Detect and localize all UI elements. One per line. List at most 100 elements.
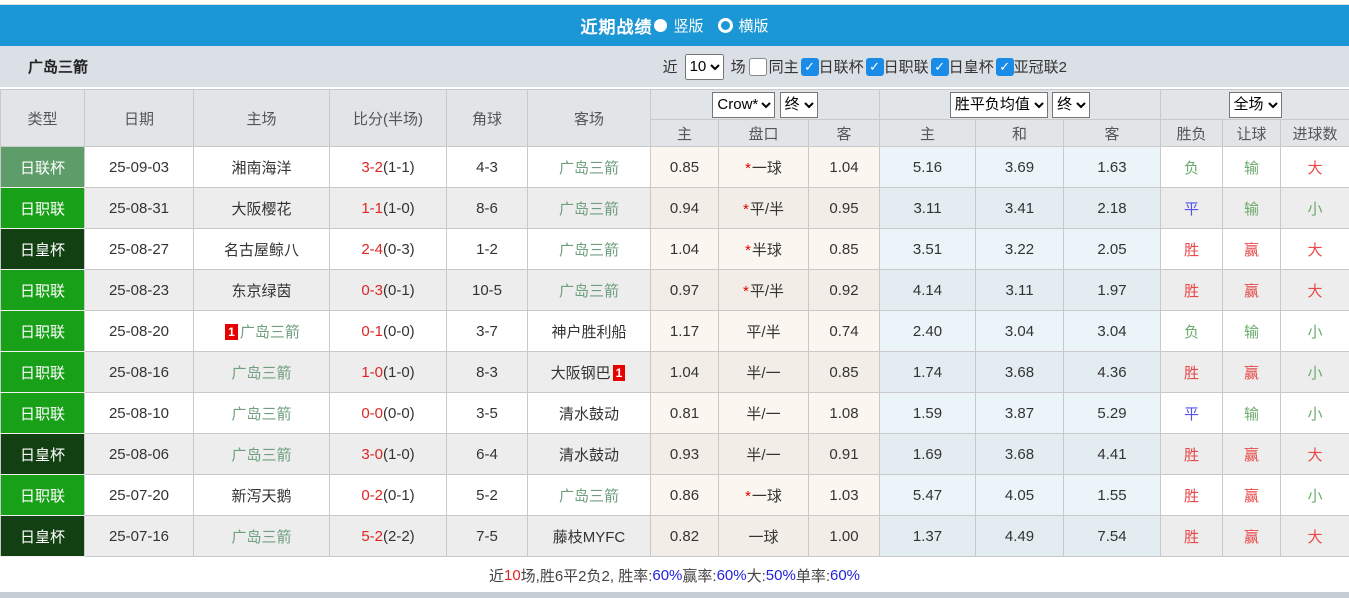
cell-avg-2: 2.05 <box>1062 228 1162 270</box>
cell-corners: 8-3 <box>446 351 528 393</box>
cell-home-team: 大阪樱花 <box>193 187 330 229</box>
cell-score: 3-2(1-1) <box>329 146 447 188</box>
line-text: 平/半 <box>749 282 784 300</box>
col-header-corners: 角球 <box>446 89 528 147</box>
cell-handicap: 输 <box>1222 310 1282 352</box>
halftime-score: (1-1) <box>383 158 415 176</box>
red-card-badge: 1 <box>225 323 238 340</box>
cell-avg-2: 3.04 <box>1062 310 1162 352</box>
horizontal-layout-radio[interactable] <box>717 18 733 33</box>
cell-home-team: 1 广岛三箭 <box>193 310 330 352</box>
checkbox-3[interactable]: ✓ <box>930 57 949 76</box>
cell-odds-away: 1.08 <box>808 392 880 434</box>
home-team-name: 湘南海洋 <box>231 159 292 177</box>
checkbox-label-3[interactable]: 日皇杯 <box>949 56 994 77</box>
cell-handicap: 输 <box>1222 187 1282 229</box>
cell-avg-2: 7.54 <box>1062 515 1162 557</box>
sub-header-odds-home: 主 <box>650 119 719 147</box>
games-count-select[interactable]: 10 <box>684 53 724 80</box>
col-header-score: 比分(半场) <box>329 89 447 147</box>
cell-handicap: 赢 <box>1222 433 1282 475</box>
cell-score: 1-0(1-0) <box>329 351 447 393</box>
cell-avg-1: 4.49 <box>975 515 1064 557</box>
vertical-layout-label[interactable]: 竖版 <box>673 15 703 36</box>
checkbox-label-4[interactable]: 亚冠联2 <box>1014 56 1067 77</box>
cell-score: 0-0(0-0) <box>329 392 447 434</box>
cell-match-type: 日皇杯 <box>0 228 85 270</box>
cell-avg-1: 4.05 <box>975 474 1064 516</box>
cell-goals: 大 <box>1280 433 1349 475</box>
cell-match-type: 日皇杯 <box>0 433 85 475</box>
filters-group: 近 10 场 同主 ✓ 日联杯 ✓ 日职联 ✓ 日皇杯 ✓ 亚冠联2 <box>663 46 1069 87</box>
odds-company-select[interactable]: Crow* <box>712 91 776 118</box>
cell-avg-2: 4.36 <box>1062 351 1162 393</box>
cell-match-type: 日职联 <box>0 310 85 352</box>
cell-away-team: 广岛三箭 <box>527 187 651 229</box>
average-time-select[interactable]: 终 <box>1052 91 1091 118</box>
line-text: 半球 <box>751 241 782 259</box>
checkbox-label-2[interactable]: 日职联 <box>884 56 929 77</box>
cell-odds-away: 0.92 <box>808 269 880 311</box>
sub-header-avg-away: 客 <box>1062 119 1162 147</box>
sub-header-avg-home: 主 <box>879 119 976 147</box>
cell-avg-0: 1.37 <box>879 515 976 557</box>
average-selects-cell: 胜平负均值 终 <box>878 89 1162 120</box>
checkbox-2[interactable]: ✓ <box>865 57 884 76</box>
checkbox-label-1[interactable]: 日联杯 <box>819 56 864 77</box>
cell-corners: 7-5 <box>446 515 528 557</box>
checkbox-1[interactable]: ✓ <box>800 57 819 76</box>
cell-avg-1: 3.68 <box>975 433 1064 475</box>
vertical-layout-radio[interactable] <box>654 19 668 32</box>
checkbox-4[interactable]: ✓ <box>995 57 1014 76</box>
cell-home-team: 湘南海洋 <box>193 146 330 188</box>
away-team-name: 清水鼓动 <box>558 446 619 464</box>
col-header-type: 类型 <box>0 89 85 147</box>
cell-odds-home: 0.82 <box>650 515 719 557</box>
cell-outcome: 胜 <box>1160 474 1224 516</box>
fulltime-score: 1-0 <box>361 363 383 381</box>
odds-time-select[interactable]: 终 <box>779 91 818 118</box>
average-type-select[interactable]: 胜平负均值 <box>949 91 1048 118</box>
bottom-strip <box>0 592 1349 598</box>
fulltime-score: 1-1 <box>361 199 383 217</box>
cell-score: 0-3(0-1) <box>329 269 447 311</box>
cell-score: 2-4(0-3) <box>329 228 447 270</box>
summary-part-5: 60% <box>716 567 747 584</box>
cell-odds-line: *平/半 <box>718 269 809 311</box>
horizontal-layout-label[interactable]: 横版 <box>739 15 769 36</box>
cell-outcome: 胜 <box>1160 269 1224 311</box>
table-row: 日职联 25-08-20 1 广岛三箭 0-1(0-0) 3-7 神户胜利船 1.17 平/半 0… <box>0 310 1349 352</box>
cell-score: 5-2(2-2) <box>329 515 447 557</box>
cell-odds-home: 1.04 <box>650 351 719 393</box>
away-team-name: 大阪钢巴 <box>550 364 611 382</box>
home-team-name: 大阪樱花 <box>231 200 292 218</box>
cell-home-team: 东京绿茵 <box>193 269 330 311</box>
cell-avg-0: 1.59 <box>879 392 976 434</box>
scope-select[interactable]: 全场 <box>1228 91 1282 118</box>
cell-date: 25-08-06 <box>84 433 194 475</box>
away-team-name: 广岛三箭 <box>558 159 619 177</box>
cell-outcome: 胜 <box>1160 228 1224 270</box>
line-text: 半/一 <box>746 446 781 464</box>
cell-odds-away: 0.74 <box>808 310 880 352</box>
filter-bar: 广岛三箭 近 10 场 同主 ✓ 日联杯 ✓ 日职联 ✓ 日皇杯 ✓ 亚冠联2 <box>0 46 1349 89</box>
cell-corners: 8-6 <box>446 187 528 229</box>
checkbox-0[interactable] <box>748 57 767 76</box>
cell-avg-2: 5.29 <box>1062 392 1162 434</box>
checkbox-label-0[interactable]: 同主 <box>769 56 799 77</box>
table-row: 日皇杯 25-08-06 广岛三箭 3-0(1-0) 6-4 清水鼓动 0.93 半/一 0.9… <box>0 433 1349 475</box>
games-label: 场 <box>730 59 746 76</box>
line-text: 一球 <box>748 528 779 546</box>
cell-home-team: 广岛三箭 <box>193 392 330 434</box>
cell-corners: 1-2 <box>446 228 528 270</box>
cell-match-type: 日职联 <box>0 474 85 516</box>
cell-home-team: 广岛三箭 <box>193 515 330 557</box>
away-team-name: 广岛三箭 <box>558 487 619 505</box>
sub-header-odds-away: 客 <box>808 119 880 147</box>
cell-home-team: 名古屋鲸八 <box>193 228 330 270</box>
home-team-name: 广岛三箭 <box>231 446 292 464</box>
cell-goals: 大 <box>1280 228 1349 270</box>
halftime-score: (0-0) <box>383 322 415 340</box>
line-text: 一球 <box>751 159 782 177</box>
away-team-name: 广岛三箭 <box>558 241 619 259</box>
